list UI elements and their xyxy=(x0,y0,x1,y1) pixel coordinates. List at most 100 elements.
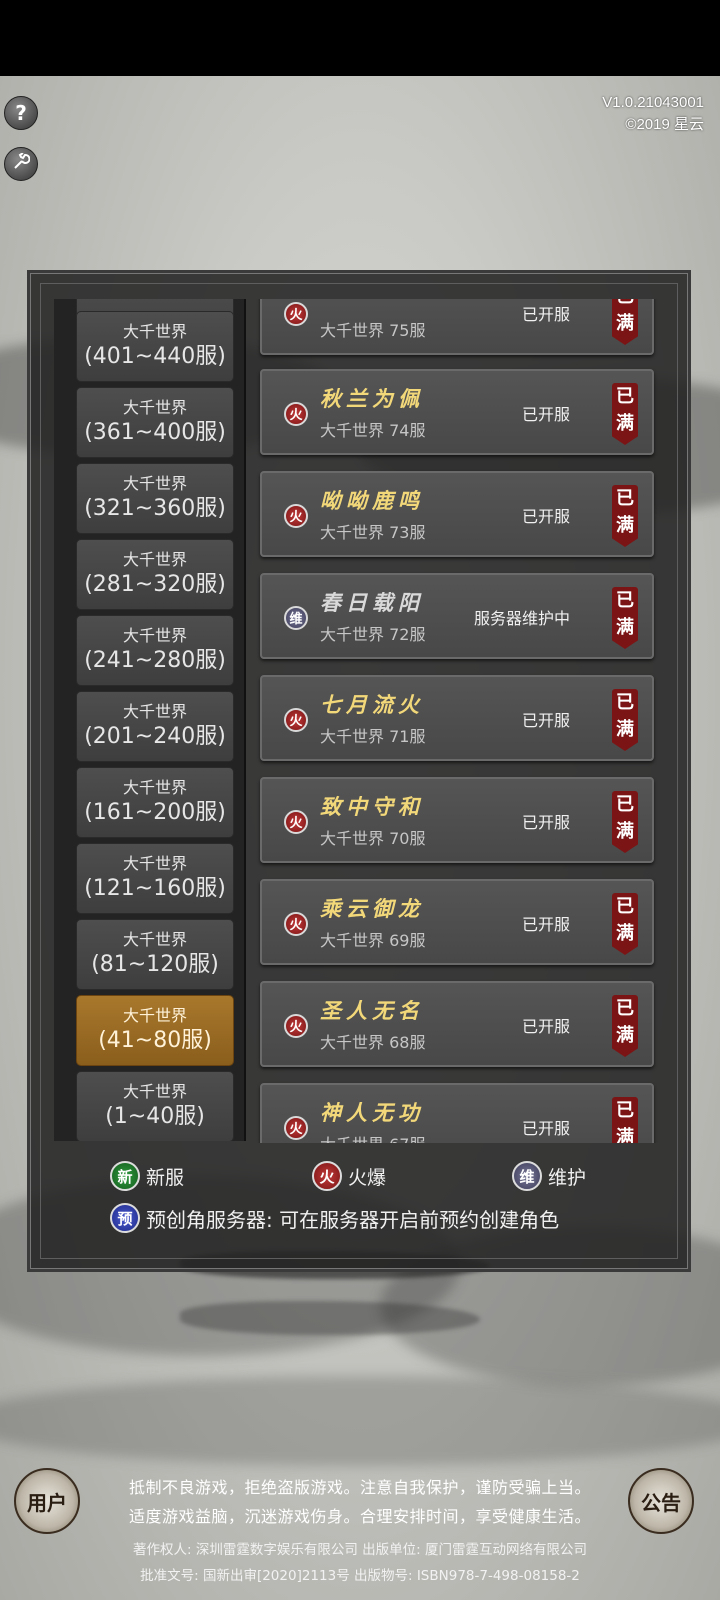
zone-range: (161~200服) xyxy=(84,800,226,825)
zone-button[interactable]: 大千世界 (361~400服) xyxy=(76,387,234,458)
server-status: 已开服 xyxy=(521,915,570,934)
copyright-text: ©2019 星云 xyxy=(625,116,704,133)
zone-label: 大千世界 xyxy=(122,930,187,949)
zone-button[interactable]: 大千世界 (1~40服) xyxy=(76,1071,234,1141)
zone-label: 大千世界 xyxy=(122,626,187,645)
zone-label: 大千世界 xyxy=(122,1082,187,1101)
legend-precreate: 预 预创角服务器: 可在服务器开启前预约创建角色 xyxy=(110,1203,559,1233)
publisher-info: 著作权人: 深圳雷霆数字娱乐有限公司 出版单位: 厦门雷霆互动网络有限公司 xyxy=(133,1542,587,1558)
zone-label: 大千世界 xyxy=(122,778,187,797)
wrench-icon xyxy=(12,152,31,175)
zone-button[interactable]: 大千世界 (121~160服) xyxy=(76,843,234,914)
health-notice-line2: 适度游戏益脑，沉迷游戏伤身。合理安排时间，享受健康生活。 xyxy=(128,1507,591,1526)
server-name: 圣人无名 xyxy=(320,998,424,1023)
zone-button[interactable]: 大千世界 (281~320服) xyxy=(76,539,234,610)
full-badge: 已满 xyxy=(612,299,638,345)
server-row[interactable]: 火 呦呦鹿鸣 大千世界 73服 已开服 已满 xyxy=(260,471,654,557)
server-status: 已开服 xyxy=(521,1017,570,1036)
hot-tag-icon: 火 xyxy=(284,302,308,326)
health-notice-line1: 抵制不良游戏，拒绝盗版游戏。注意自我保护，谨防受骗上当。 xyxy=(128,1478,591,1497)
server-status: 已开服 xyxy=(521,507,570,526)
approval-info: 批准文号: 国新出审[2020]2113号 出版物号: ISBN978-7-49… xyxy=(140,1568,580,1584)
full-badge: 已满 xyxy=(612,689,638,751)
zone-range: (281~320服) xyxy=(84,572,226,597)
full-badge: 已满 xyxy=(612,995,638,1057)
server-status: 已开服 xyxy=(521,711,570,730)
zone-range: (241~280服) xyxy=(84,648,226,673)
server-number: 大千世界 67服 xyxy=(320,1131,425,1143)
zone-button[interactable]: 大千世界 (321~360服) xyxy=(76,463,234,534)
settings-button[interactable] xyxy=(4,147,38,181)
server-row[interactable]: 火 乘云御龙 大千世界 69服 已开服 已满 xyxy=(260,879,654,965)
server-row[interactable]: 维 春日载阳 大千世界 72服 服务器维护中 已满 xyxy=(260,573,654,659)
help-button[interactable]: ? xyxy=(4,96,38,130)
zone-button[interactable]: 大千世界 (401~440服) xyxy=(76,311,234,382)
zone-button[interactable]: 大千世界 (81~120服) xyxy=(76,919,234,990)
hot-tag-icon: 火 xyxy=(284,810,308,834)
server-name: 致中守和 xyxy=(320,794,424,819)
server-status: 已开服 xyxy=(521,813,570,832)
server-name: 七月流火 xyxy=(320,692,424,717)
server-row[interactable]: 火 大千世界 75服 已开服 已满 xyxy=(260,299,654,355)
server-number: 大千世界 75服 xyxy=(320,321,426,340)
zone-list[interactable]: 大千世界 (401~440服) 大千世界 (361~400服) 大千世界 (32… xyxy=(54,299,246,1141)
server-status: 已开服 xyxy=(521,405,570,424)
legend-new-label: 新服 xyxy=(146,1166,185,1189)
legend-maintenance: 维 维护 xyxy=(512,1161,586,1191)
server-row[interactable]: 火 神人无功 大千世界 67服 已开服 已满 xyxy=(260,1083,654,1143)
zone-range: (401~440服) xyxy=(84,344,226,369)
server-row[interactable]: 火 致中守和 大千世界 70服 已开服 已满 xyxy=(260,777,654,863)
hot-tag-icon: 火 xyxy=(284,402,308,426)
zone-button[interactable]: 大千世界 (241~280服) xyxy=(76,615,234,686)
hot-tag-icon: 火 xyxy=(284,708,308,732)
server-number: 大千世界 74服 xyxy=(320,421,426,440)
zone-range: (321~360服) xyxy=(84,496,226,521)
server-name: 乘云御龙 xyxy=(320,896,424,921)
server-status: 服务器维护中 xyxy=(473,609,570,628)
zone-button[interactable]: 大千世界 (161~200服) xyxy=(76,767,234,838)
maintenance-tag-icon: 维 xyxy=(284,606,308,630)
precreate-badge-icon: 预 xyxy=(110,1203,140,1233)
server-row[interactable]: 火 秋兰为佩 大千世界 74服 已开服 已满 xyxy=(260,369,654,455)
legend-hot: 火 火爆 xyxy=(312,1161,386,1191)
server-number: 大千世界 71服 xyxy=(320,727,426,746)
zone-button-selected[interactable]: 大千世界 (41~80服) xyxy=(76,995,234,1066)
zone-range: (1~40服) xyxy=(105,1104,205,1129)
legend-precreate-label: 预创角服务器: 可在服务器开启前预约创建角色 xyxy=(146,1207,560,1232)
legend-maintenance-label: 维护 xyxy=(548,1166,587,1189)
zone-label: 大千世界 xyxy=(122,474,187,493)
maintenance-badge-icon: 维 xyxy=(512,1161,542,1191)
server-name: 秋兰为佩 xyxy=(320,386,424,411)
zone-label: 大千世界 xyxy=(122,702,187,721)
zone-range: (121~160服) xyxy=(84,876,226,901)
zone-label: 大千世界 xyxy=(122,1006,187,1025)
full-badge: 已满 xyxy=(612,587,638,649)
zone-label: 大千世界 xyxy=(122,854,187,873)
full-badge: 已满 xyxy=(612,791,638,853)
server-name: 春日载阳 xyxy=(320,590,424,615)
zone-range: (41~80服) xyxy=(98,1028,212,1053)
hot-tag-icon: 火 xyxy=(284,1014,308,1038)
version-text: V1.0.21043001 xyxy=(602,94,704,111)
server-number: 大千世界 72服 xyxy=(320,625,426,644)
new-badge-icon: 新 xyxy=(110,1161,140,1191)
server-list[interactable]: 火 大千世界 75服 已开服 已满 火 秋兰为佩 大千世界 74服 已开服 已满… xyxy=(256,299,664,1143)
zone-range: (201~240服) xyxy=(84,724,226,749)
server-number: 大千世界 69服 xyxy=(320,931,426,950)
server-row[interactable]: 火 圣人无名 大千世界 68服 已开服 已满 xyxy=(260,981,654,1067)
full-badge: 已满 xyxy=(612,893,638,955)
hot-tag-icon: 火 xyxy=(284,1116,308,1140)
hot-tag-icon: 火 xyxy=(284,504,308,528)
zone-label: 大千世界 xyxy=(122,550,187,569)
legend-new: 新 新服 xyxy=(110,1161,184,1191)
zone-label: 大千世界 xyxy=(122,322,187,341)
server-number: 大千世界 68服 xyxy=(320,1033,426,1052)
full-badge: 已满 xyxy=(612,1097,638,1143)
version-info: V1.0.21043001 ©2019 星云 xyxy=(602,92,704,136)
server-row[interactable]: 火 七月流火 大千世界 71服 已开服 已满 xyxy=(260,675,654,761)
help-icon: ? xyxy=(15,101,27,125)
zone-button[interactable]: 大千世界 (201~240服) xyxy=(76,691,234,762)
server-select-panel: 大千世界 (401~440服) 大千世界 (361~400服) 大千世界 (32… xyxy=(27,270,691,1272)
server-number: 大千世界 73服 xyxy=(320,523,426,542)
server-status: 已开服 xyxy=(521,1119,570,1138)
